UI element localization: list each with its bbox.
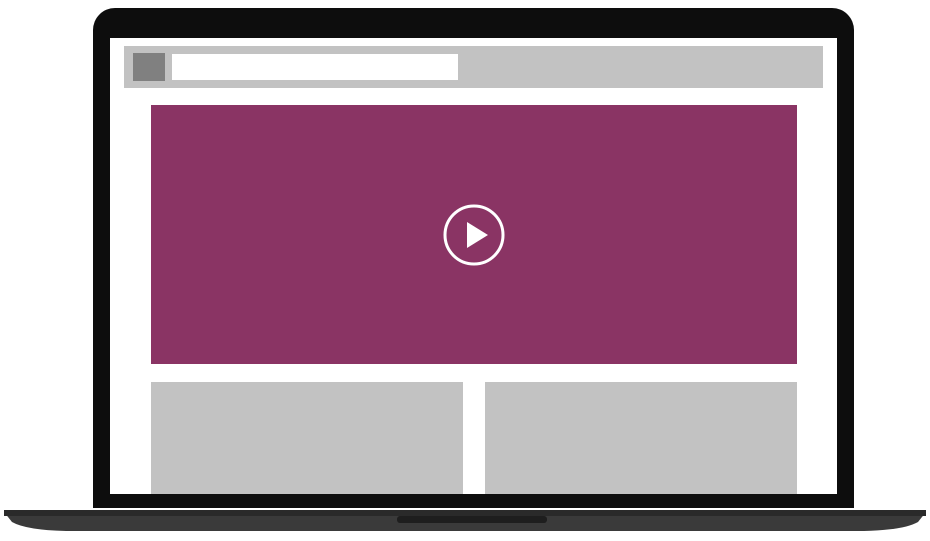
video-player[interactable] [151,105,797,364]
laptop-screen [110,38,837,494]
laptop-base-edge [4,510,926,516]
play-button[interactable] [443,204,505,266]
laptop-base [4,510,926,531]
favicon-icon [133,53,165,81]
content-card-left[interactable] [151,382,463,494]
address-bar-input[interactable] [172,54,458,80]
laptop-base-notch [397,516,547,523]
play-icon [443,204,505,266]
laptop-illustration [0,0,930,541]
content-card-right[interactable] [485,382,797,494]
play-icon-triangle [467,222,488,248]
browser-toolbar [124,46,823,88]
